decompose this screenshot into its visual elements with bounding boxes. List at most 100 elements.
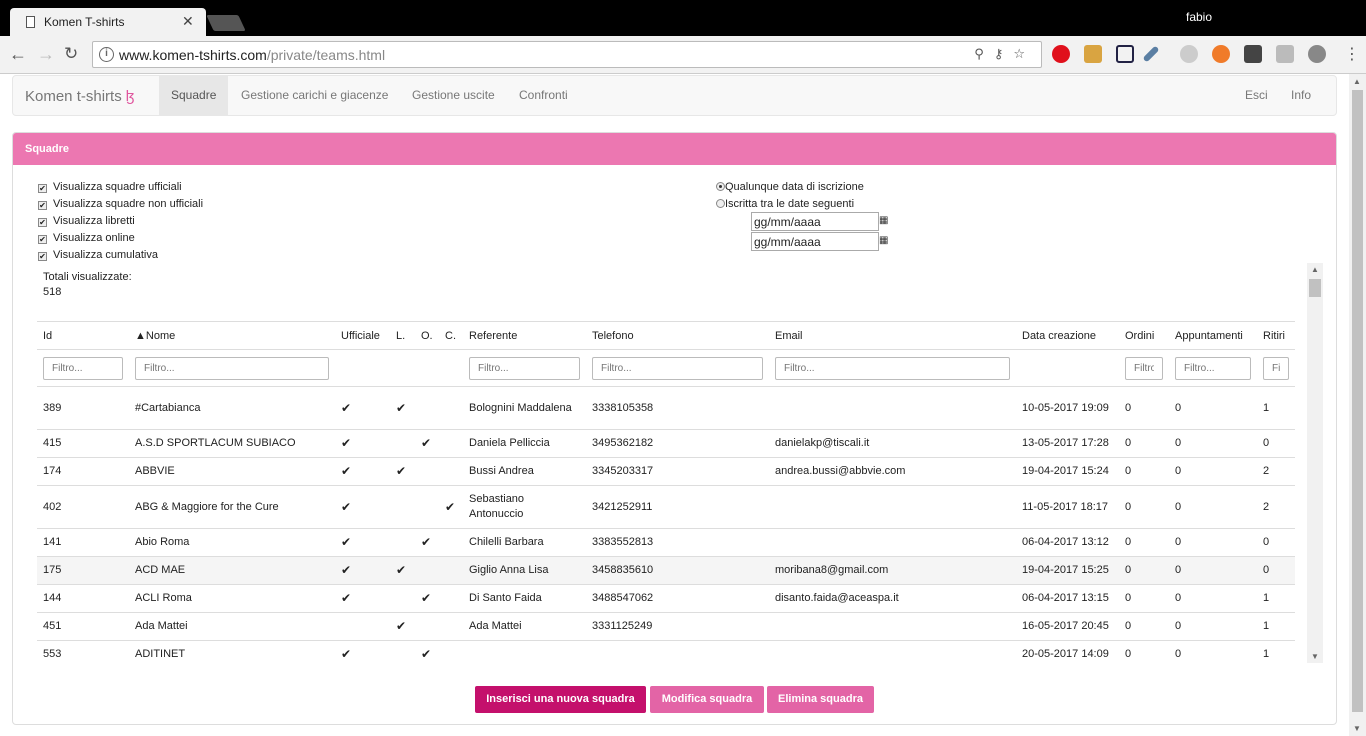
column-header-email[interactable]: Email bbox=[769, 321, 1016, 350]
browser-user[interactable]: fabio bbox=[1186, 10, 1212, 24]
calendar-icon[interactable]: ▦ bbox=[879, 235, 888, 246]
scroll-down-icon[interactable]: ▼ bbox=[1353, 724, 1361, 733]
brand[interactable]: Komen t-shirts ɮ bbox=[25, 88, 134, 105]
pin-extension-icon[interactable] bbox=[1084, 45, 1102, 63]
column-header-telefono[interactable]: Telefono bbox=[586, 321, 769, 350]
column-header-ritiri[interactable]: Ritiri bbox=[1257, 321, 1295, 350]
delete-team-button[interactable]: Elimina squadra bbox=[767, 686, 874, 713]
edit-team-button[interactable]: Modifica squadra bbox=[650, 686, 764, 713]
checkbox-ufficiali[interactable]: ✔ Visualizza squadre ufficiali bbox=[38, 181, 182, 193]
nav-item-confronti[interactable]: Confronti bbox=[507, 76, 580, 115]
checkbox-box[interactable]: ✔ bbox=[38, 201, 47, 210]
filter-ritiri-input[interactable] bbox=[1263, 356, 1289, 380]
back-arrow-icon[interactable]: ← bbox=[9, 44, 27, 65]
fingerprint-extension-icon[interactable] bbox=[1180, 45, 1198, 63]
table-row[interactable]: 553 ADITINET ✔ ✔ 20-05-2017 14:09 0 0 1 bbox=[37, 640, 1295, 663]
filter-id-input[interactable] bbox=[43, 356, 123, 380]
radio-button[interactable] bbox=[716, 199, 725, 208]
radio-date-range[interactable]: Iscritta tra le date seguenti bbox=[716, 198, 854, 210]
cell-nome: ABBVIE bbox=[129, 457, 335, 486]
date-from-input[interactable]: gg/mm/aaaa bbox=[751, 212, 879, 231]
table-row[interactable]: 451 Ada Mattei ✔ Ada Mattei 3331125249 16-05-… bbox=[37, 612, 1295, 641]
filter-nome-input[interactable] bbox=[135, 356, 329, 380]
checkbox-online[interactable]: ✔ Visualizza online bbox=[38, 232, 135, 244]
cell-o bbox=[415, 556, 439, 585]
checkbox-libretti[interactable]: ✔ Visualizza libretti bbox=[38, 215, 135, 227]
nav-item-squadre[interactable]: Squadre bbox=[159, 76, 229, 115]
n-extension-icon[interactable] bbox=[1116, 45, 1134, 63]
new-tab-button[interactable] bbox=[206, 15, 246, 31]
gray-extension-icon[interactable] bbox=[1276, 45, 1294, 63]
checkbox-box[interactable]: ✔ bbox=[38, 252, 47, 261]
eyedropper-extension-icon[interactable] bbox=[1142, 45, 1160, 63]
page-scrollbar[interactable]: ▲ ▼ bbox=[1349, 74, 1366, 736]
checkbox-non-ufficiali[interactable]: ✔ Visualizza squadre non ufficiali bbox=[38, 198, 203, 210]
cell-data-creazione: 16-05-2017 20:45 bbox=[1016, 612, 1119, 641]
forward-arrow-icon[interactable]: → bbox=[37, 44, 55, 65]
checkbox-cumulativa[interactable]: ✔ Visualizza cumulativa bbox=[38, 249, 158, 261]
table-row[interactable]: 402 ABG & Maggiore for the Cure ✔ ✔ Sebastia… bbox=[37, 485, 1295, 529]
radio-any-date[interactable]: Qualunque data di iscrizione bbox=[716, 181, 864, 193]
film-extension-icon[interactable] bbox=[1308, 45, 1326, 63]
table-row[interactable]: 175 ACD MAE ✔ ✔ Giglio Anna Lisa 3458835610 mo… bbox=[37, 556, 1295, 585]
checkbox-box[interactable]: ✔ bbox=[38, 235, 47, 244]
table-row[interactable]: 415 A.S.D SPORTLACUM SUBIACO ✔ ✔ Daniela Pel… bbox=[37, 429, 1295, 458]
filter-referente-input[interactable] bbox=[469, 356, 580, 380]
lifebuoy-extension-icon[interactable] bbox=[1212, 45, 1230, 63]
cell-appuntamenti: 0 bbox=[1169, 556, 1257, 585]
bookmark-star-icon[interactable]: ☆ bbox=[1013, 46, 1035, 61]
column-header-data-creazione[interactable]: Data creazione bbox=[1016, 321, 1119, 350]
scrollbar-thumb[interactable] bbox=[1352, 90, 1363, 712]
table-row[interactable]: 174 ABBVIE ✔ ✔ Bussi Andrea 3345203317 andrea.… bbox=[37, 457, 1295, 486]
date-to-input[interactable]: gg/mm/aaaa bbox=[751, 232, 879, 251]
column-header-c[interactable]: C. bbox=[439, 321, 463, 350]
table-row[interactable]: 389 #Cartabianca ✔ ✔ Bolognini Maddalena 3338… bbox=[37, 386, 1295, 430]
filter-appuntamenti-input[interactable] bbox=[1175, 356, 1251, 380]
table-row[interactable]: 144 ACLI Roma ✔ ✔ Di Santo Faida 3488547062 di… bbox=[37, 584, 1295, 613]
omnibox-icons: ⚲⚷☆ bbox=[974, 46, 1035, 62]
zoom-icon[interactable]: ⚲ bbox=[974, 46, 994, 61]
opera-extension-icon[interactable] bbox=[1052, 45, 1070, 63]
info-icon[interactable]: i bbox=[99, 47, 114, 62]
cell-appuntamenti: 0 bbox=[1169, 640, 1257, 663]
column-header-nome[interactable]: ▲Nome bbox=[129, 321, 335, 350]
checkbox-box[interactable]: ✔ bbox=[38, 184, 47, 193]
filter-ordini-input[interactable] bbox=[1125, 356, 1163, 380]
m-extension-icon[interactable] bbox=[1244, 45, 1262, 63]
table-row[interactable]: 141 Abio Roma ✔ ✔ Chilelli Barbara 3383552813… bbox=[37, 528, 1295, 557]
address-bar[interactable]: i www.komen-tshirts.com/private/teams.ht… bbox=[92, 41, 1042, 68]
nav-item-info[interactable]: Info bbox=[1279, 76, 1323, 115]
cell-appuntamenti: 0 bbox=[1169, 485, 1257, 529]
cell-ritiri: 1 bbox=[1257, 640, 1295, 663]
column-header-ordini[interactable]: Ordini bbox=[1119, 321, 1169, 350]
cell-appuntamenti: 0 bbox=[1169, 429, 1257, 458]
column-header-ufficiale[interactable]: Ufficiale bbox=[335, 321, 390, 350]
calendar-icon[interactable]: ▦ bbox=[879, 215, 888, 226]
scrollbar-thumb[interactable] bbox=[1309, 279, 1321, 297]
nav-item-carichi-giacenze[interactable]: Gestione carichi e giacenze bbox=[229, 76, 400, 115]
scroll-up-icon[interactable]: ▲ bbox=[1353, 77, 1361, 86]
menu-icon[interactable]: ⋮ bbox=[1344, 44, 1360, 64]
radio-button[interactable] bbox=[716, 182, 725, 191]
cell-telefono: 3331125249 bbox=[586, 612, 769, 641]
insert-team-button[interactable]: Inserisci una nuova squadra bbox=[475, 686, 646, 713]
column-header-referente[interactable]: Referente bbox=[463, 321, 586, 350]
close-tab-icon[interactable]: ✕ bbox=[182, 13, 194, 30]
column-header-l[interactable]: L. bbox=[390, 321, 415, 350]
column-header-o[interactable]: O. bbox=[415, 321, 439, 350]
column-header-id[interactable]: Id bbox=[37, 321, 129, 350]
filter-email-input[interactable] bbox=[775, 356, 1010, 380]
column-header-appuntamenti[interactable]: Appuntamenti bbox=[1169, 321, 1257, 350]
scroll-up-icon[interactable]: ▲ bbox=[1311, 265, 1319, 274]
filter-telefono-input[interactable] bbox=[592, 356, 763, 380]
cell-ufficiale: ✔ bbox=[335, 584, 390, 613]
key-icon[interactable]: ⚷ bbox=[994, 46, 1014, 61]
cell-o: ✔ bbox=[415, 640, 439, 663]
url-text[interactable]: www.komen-tshirts.com/private/teams.html bbox=[119, 47, 385, 63]
nav-item-uscite[interactable]: Gestione uscite bbox=[400, 76, 507, 115]
browser-tab[interactable]: Komen T-shirts ✕ bbox=[10, 8, 206, 36]
brand-name: Komen t-shirts bbox=[25, 88, 122, 105]
checkbox-box[interactable]: ✔ bbox=[38, 218, 47, 227]
reload-icon[interactable]: ↻ bbox=[64, 44, 78, 64]
nav-item-esci[interactable]: Esci bbox=[1233, 76, 1280, 115]
